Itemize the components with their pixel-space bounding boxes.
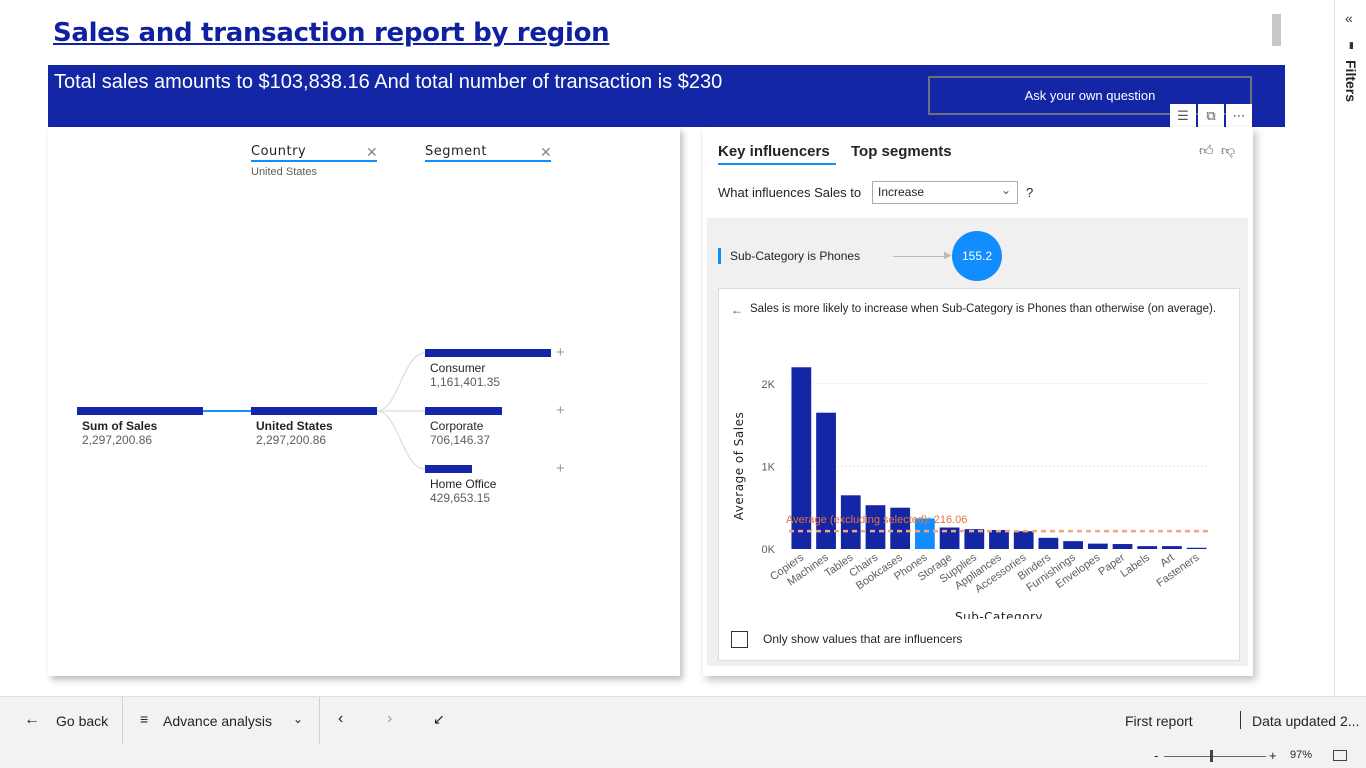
bar-paper[interactable] (1112, 544, 1133, 549)
country-node-label: United States (256, 419, 333, 433)
bar-art[interactable] (1162, 546, 1182, 549)
divider (1240, 711, 1241, 729)
data-updated-label: Data updated 2... (1252, 713, 1360, 729)
segment-label: Corporate (430, 419, 484, 433)
scrollbar-thumb[interactable] (1272, 14, 1281, 46)
bar-envelopes[interactable] (1087, 543, 1108, 549)
segment-label: Consumer (430, 361, 486, 375)
question-suffix: ? (1026, 185, 1034, 200)
collapse-chevron-icon[interactable]: « (1345, 10, 1353, 26)
dropdown-value: Increase (878, 185, 925, 199)
tree-connectors (203, 352, 426, 470)
expand-plus-icon[interactable]: + (556, 402, 565, 419)
x-tick-label: Labels (1119, 551, 1153, 580)
segment-label: Home Office (430, 477, 497, 491)
divider (122, 697, 123, 745)
active-tab-underline (718, 163, 836, 165)
bottom-toolbar: ← Go back ≡ Advance analysis ⌄ ‹ › ↙ Fir… (0, 696, 1366, 745)
bar-fasteners[interactable] (1186, 547, 1207, 549)
thumbs-up-icon[interactable]: 👍︎ (1199, 142, 1214, 159)
tab-top-segments[interactable]: Top segments (851, 143, 952, 160)
arrow-right-icon: ▶ (944, 250, 952, 261)
root-node-value: 2,297,200.86 (82, 433, 153, 447)
x-axis-title: Sub-Category (955, 610, 1043, 619)
root-bar[interactable] (77, 407, 203, 415)
first-report-link[interactable]: First report (1125, 713, 1193, 729)
y-tick-label: 2K (762, 379, 776, 391)
zoom-slider[interactable] (1164, 756, 1266, 757)
banner-text: Total sales amounts to $103,838.16 And t… (54, 71, 723, 93)
y-axis-title: Average of Sales (732, 412, 746, 520)
influencer-bubble[interactable]: 155.2 (952, 231, 1002, 281)
segment-value: 1,161,401.35 (430, 375, 501, 389)
influencers-only-label: Only show values that are influencers (763, 632, 963, 646)
expand-plus-icon[interactable]: + (556, 344, 565, 361)
filters-pane-label[interactable]: Filters (1343, 60, 1359, 102)
report-title[interactable]: Sales and transaction report by region (53, 18, 610, 48)
bar-furnishings[interactable] (1063, 541, 1083, 549)
country-node-value: 2,297,200.86 (256, 433, 327, 447)
divider (319, 697, 320, 745)
collapse-icon[interactable]: ↙ (433, 711, 445, 728)
segment-bar-corporate[interactable] (425, 407, 502, 415)
segment-bar-consumer[interactable] (425, 349, 551, 357)
reference-line-label: Average (excluding selected): 216.06 (786, 514, 967, 526)
filter-icon[interactable]: ☰ (1170, 104, 1196, 128)
root-node-label: Sum of Sales (82, 419, 158, 433)
filter-icon: ▮ (1349, 40, 1354, 50)
segment-bar-home-office[interactable] (425, 465, 472, 473)
zoom-out-button[interactable]: - (1154, 748, 1158, 763)
previous-page-icon[interactable]: ‹ (338, 710, 343, 728)
zoom-level: 97% (1290, 749, 1313, 761)
status-bar: - + 97% (0, 744, 1366, 768)
country-bar[interactable] (251, 407, 377, 415)
sub-category-bar-chart: 0K1K2KCopiersMachinesTablesChairsBookcas… (732, 367, 1209, 619)
question-prefix: What influences Sales to (718, 185, 862, 200)
selected-influencer-marker (718, 248, 721, 264)
decomposition-tree: Country ✕ United States Segment ✕ Sum of… (48, 127, 680, 676)
visual-header-toolbar: ☰ ⧉ ⋯ (1170, 104, 1252, 128)
influencer-arrow-line (893, 256, 949, 257)
go-back-button[interactable]: Go back (56, 713, 108, 729)
expand-plus-icon[interactable]: + (556, 460, 565, 477)
focus-mode-icon[interactable]: ⧉ (1198, 104, 1224, 128)
bar-appliances[interactable] (989, 530, 1009, 549)
page-selector[interactable]: Advance analysis (163, 713, 272, 729)
thumbs-down-icon[interactable]: 👎︎ (1221, 142, 1235, 159)
influence-direction-dropdown[interactable]: Increase ⌄ (872, 181, 1018, 204)
arrow-left-icon[interactable]: ← (24, 711, 40, 729)
summary-banner: Total sales amounts to $103,838.16 And t… (48, 65, 1285, 127)
filters-pane: « ▮ Filters (1334, 0, 1366, 696)
bar-accessories[interactable] (1013, 531, 1034, 549)
zoom-slider-thumb[interactable] (1210, 750, 1213, 762)
key-influencers-visual: Key influencers Top segments 👍︎ 👎︎ What … (703, 127, 1253, 676)
segment-value: 706,146.37 (430, 433, 491, 447)
bar-chairs[interactable] (865, 505, 886, 549)
tab-key-influencers[interactable]: Key influencers (718, 143, 830, 160)
bar-machines[interactable] (816, 412, 836, 549)
segment-value: 429,653.15 (430, 491, 491, 505)
fit-to-page-icon[interactable] (1333, 750, 1347, 761)
bar-labels[interactable] (1137, 546, 1158, 549)
next-page-icon[interactable]: › (387, 710, 392, 728)
chevron-down-icon: ⌄ (1000, 183, 1011, 197)
more-options-icon[interactable]: ⋯ (1226, 104, 1252, 128)
report-canvas: Sales and transaction report by region T… (0, 0, 1334, 696)
list-icon: ≡ (140, 711, 149, 727)
zoom-in-button[interactable]: + (1269, 748, 1277, 763)
influencer-detail-card: ← Sales is more likely to increase when … (718, 288, 1240, 661)
chevron-down-icon[interactable]: ⌄ (293, 712, 303, 726)
y-tick-label: 0K (762, 544, 776, 556)
influencer-label[interactable]: Sub-Category is Phones (730, 249, 860, 263)
influencers-only-checkbox[interactable] (731, 631, 748, 648)
bar-binders[interactable] (1038, 537, 1059, 549)
y-tick-label: 1K (762, 461, 776, 473)
